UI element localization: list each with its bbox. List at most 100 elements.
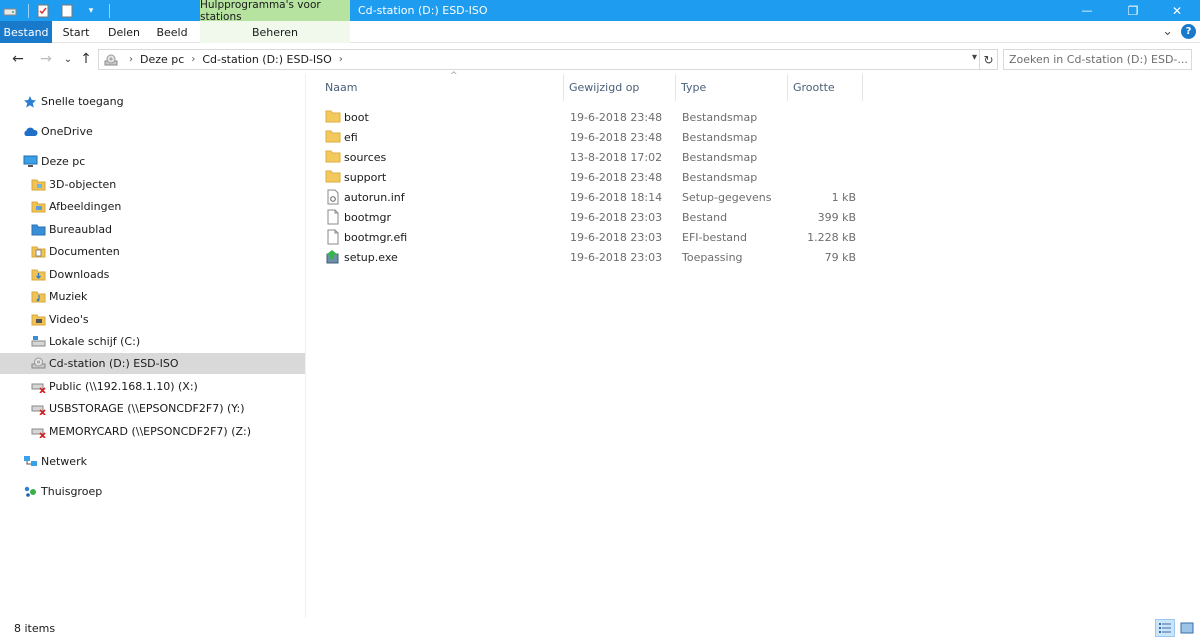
- file-list: Naam ^ Gewijzigd op Type Grootte boot 19…: [307, 71, 1200, 618]
- file-row-autorun[interactable]: autorun.inf 19-6-2018 18:14 Setup-gegeve…: [319, 187, 864, 207]
- ribbon-controls: ⌄ ?: [1162, 24, 1196, 39]
- nav-item-bureaublad[interactable]: Bureaublad: [0, 219, 305, 240]
- file-size: 399 kB: [817, 211, 856, 224]
- file-row-bootmgr-efi[interactable]: bootmgr.efi 19-6-2018 23:03 EFI-bestand …: [319, 227, 864, 247]
- nav-item-thuisgroep[interactable]: Thuisgroep: [0, 481, 305, 502]
- column-label: Gewijzigd op: [569, 81, 640, 94]
- address-bar[interactable]: › Deze pc › Cd-station (D:) ESD-ISO › ▾: [98, 49, 980, 70]
- item-count: 8 items: [14, 622, 56, 635]
- up-button[interactable]: ↑: [76, 49, 96, 69]
- pictures-folder-icon: [30, 199, 46, 215]
- tab-beeld[interactable]: Beeld: [152, 21, 192, 43]
- nav-item-onedrive[interactable]: OneDrive: [0, 121, 305, 142]
- file-size: 1.228 kB: [807, 231, 856, 244]
- column-header-type[interactable]: Type: [676, 74, 788, 101]
- details-view-button[interactable]: [1155, 619, 1175, 637]
- nav-item-afbeeldingen[interactable]: Afbeeldingen: [0, 196, 305, 217]
- nav-item-label: Lokale schijf (C:): [49, 335, 141, 348]
- help-icon[interactable]: ?: [1181, 24, 1196, 39]
- column-header-gewijzigd-op[interactable]: Gewijzigd op: [564, 74, 676, 101]
- file-size: 1 kB: [831, 191, 856, 204]
- file-name: efi: [344, 131, 358, 144]
- nav-item-label: Deze pc: [41, 155, 86, 168]
- address-dropdown-icon[interactable]: ▾: [972, 52, 977, 63]
- close-button[interactable]: ✕: [1154, 0, 1200, 21]
- cloud-icon: [22, 124, 38, 140]
- recent-locations-button[interactable]: ⌄: [58, 49, 78, 69]
- file-type: Bestandsmap: [682, 111, 758, 124]
- file-type: Bestand: [682, 211, 728, 224]
- tab-bestand[interactable]: Bestand: [0, 21, 52, 43]
- toolbar-separator: [109, 3, 110, 18]
- status-bar: 8 items: [0, 618, 1200, 638]
- folder-icon: [325, 169, 341, 185]
- ribbon-tabs: Bestand Start Delen Beeld Beheren ⌄ ?: [0, 21, 1200, 43]
- large-icons-view-button[interactable]: [1177, 619, 1197, 637]
- restore-button[interactable]: ❐: [1110, 0, 1156, 21]
- local-disk-icon: [30, 334, 46, 350]
- breadcrumb-separator: ›: [191, 54, 196, 65]
- settings-file-icon: [325, 189, 341, 205]
- file-row-boot[interactable]: boot 19-6-2018 23:48 Bestandsmap: [319, 107, 864, 127]
- nav-item-memorycard-z[interactable]: MEMORYCARD (\\EPSONCDF2F7) (Z:): [0, 421, 305, 442]
- nav-item-label: Video's: [49, 313, 89, 326]
- setup-exe-icon: [325, 249, 341, 265]
- nav-item-label: Thuisgroep: [41, 485, 103, 498]
- nav-item-videos[interactable]: Video's: [0, 309, 305, 330]
- file-type: EFI-bestand: [682, 231, 747, 244]
- nav-item-muziek[interactable]: Muziek: [0, 286, 305, 307]
- videos-folder-icon: [30, 312, 46, 328]
- back-button[interactable]: ←: [8, 49, 28, 69]
- breadcrumb-deze-pc[interactable]: Deze pc: [140, 53, 184, 66]
- star-icon: [22, 94, 38, 110]
- nav-item-deze-pc[interactable]: Deze pc: [0, 151, 305, 172]
- expand-ribbon-icon[interactable]: ⌄: [1162, 24, 1173, 39]
- computer-icon: [22, 154, 38, 170]
- tab-beheren[interactable]: Beheren: [200, 21, 350, 43]
- column-label: Type: [681, 81, 707, 94]
- new-folder-icon[interactable]: [59, 3, 75, 19]
- nav-item-label: Snelle toegang: [41, 95, 124, 108]
- refresh-button[interactable]: ↻: [980, 49, 998, 70]
- file-date: 19-6-2018 23:03: [570, 251, 663, 264]
- file-row-bootmgr[interactable]: bootmgr 19-6-2018 23:03 Bestand 399 kB: [319, 207, 864, 227]
- tab-start[interactable]: Start: [58, 21, 94, 43]
- nav-item-label: Afbeeldingen: [49, 200, 122, 213]
- drive-app-icon[interactable]: [2, 3, 18, 19]
- file-date: 19-6-2018 23:48: [570, 131, 663, 144]
- file-row-support[interactable]: support 19-6-2018 23:48 Bestandsmap: [319, 167, 864, 187]
- nav-item-label: Bureaublad: [49, 223, 113, 236]
- forward-button[interactable]: →: [36, 49, 56, 69]
- documents-folder-icon: [30, 244, 46, 260]
- column-header-naam[interactable]: Naam ^: [320, 71, 564, 101]
- navigation-pane: Snelle toegang OneDrive Deze pc 3D-objec…: [0, 74, 306, 618]
- nav-item-netwerk[interactable]: Netwerk: [0, 451, 305, 472]
- nav-item-label: USBSTORAGE (\\EPSONCDF2F7) (Y:): [49, 402, 245, 415]
- file-name: support: [344, 171, 387, 184]
- nav-item-cd-station[interactable]: Cd-station (D:) ESD-ISO: [0, 353, 305, 374]
- nav-item-downloads[interactable]: Downloads: [0, 264, 305, 285]
- nav-item-3d-objecten[interactable]: 3D-objecten: [0, 174, 305, 195]
- address-row: ← → ⌄ ↑ › Deze pc › Cd-station (D:) ESD-…: [0, 44, 1200, 74]
- folder-icon: [325, 109, 341, 125]
- file-row-setup-exe[interactable]: setup.exe 19-6-2018 23:03 Toepassing 79 …: [319, 247, 864, 267]
- search-input[interactable]: Zoeken in Cd-station (D:) ESD-...: [1003, 49, 1192, 70]
- properties-icon[interactable]: [35, 3, 51, 19]
- tab-delen[interactable]: Delen: [104, 21, 144, 43]
- file-row-efi[interactable]: efi 19-6-2018 23:48 Bestandsmap: [319, 127, 864, 147]
- minimize-button[interactable]: —: [1064, 0, 1110, 21]
- title-bar: ▾ Hulpprogramma's voor stations Cd-stati…: [0, 0, 1200, 23]
- breadcrumb-cd-station[interactable]: Cd-station (D:) ESD-ISO: [202, 53, 332, 66]
- column-label: Naam: [325, 81, 358, 94]
- nav-item-usbstorage-y[interactable]: USBSTORAGE (\\EPSONCDF2F7) (Y:): [0, 398, 305, 419]
- nav-item-public-x[interactable]: Public (\\192.168.1.10) (X:): [0, 376, 305, 397]
- nav-item-label: Muziek: [49, 290, 88, 303]
- nav-item-lokale-schijf[interactable]: Lokale schijf (C:): [0, 331, 305, 352]
- column-header-grootte[interactable]: Grootte: [788, 74, 863, 101]
- file-row-sources[interactable]: sources 13-8-2018 17:02 Bestandsmap: [319, 147, 864, 167]
- nav-item-snelle-toegang[interactable]: Snelle toegang: [0, 91, 305, 112]
- customize-toolbar-icon[interactable]: ▾: [83, 3, 99, 19]
- nav-item-documenten[interactable]: Documenten: [0, 241, 305, 262]
- file-name: bootmgr: [344, 211, 391, 224]
- large-icons-view-icon: [1180, 622, 1194, 634]
